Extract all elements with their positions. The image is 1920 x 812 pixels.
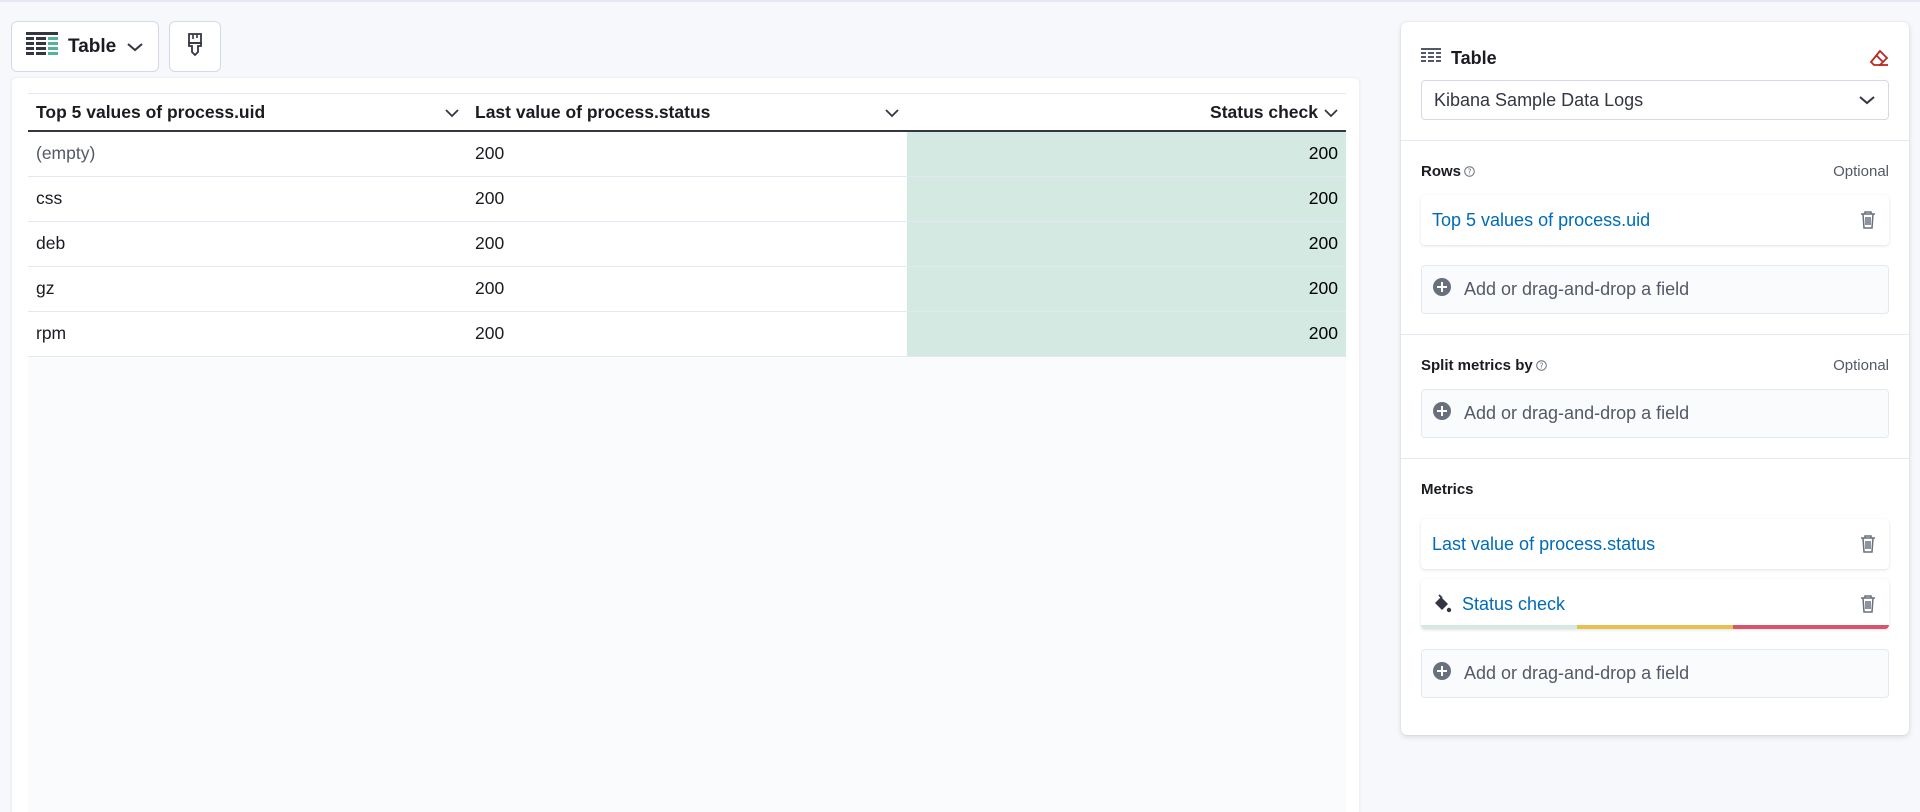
- visualization-panel: Top 5 values of process.uid Last value o…: [11, 77, 1360, 812]
- column-header-status[interactable]: Last value of process.status: [467, 94, 907, 132]
- cell-status-check[interactable]: 200: [907, 221, 1346, 267]
- divider: [1401, 334, 1909, 335]
- section-title: Split metrics by: [1421, 356, 1533, 374]
- layer-config-panel: Table Kibana Sample Data Logs Rows ? Opt…: [1401, 22, 1909, 735]
- table-row: rpm 200 200: [28, 311, 1346, 357]
- cell-uid[interactable]: rpm: [28, 311, 467, 357]
- column-header-uid[interactable]: Top 5 values of process.uid: [28, 94, 467, 132]
- add-field-label: Add or drag-and-drop a field: [1464, 279, 1690, 299]
- datasource-value: Kibana Sample Data Logs: [1434, 89, 1644, 110]
- palette-stop: [1577, 625, 1733, 629]
- chevron-down-icon[interactable]: [445, 102, 459, 123]
- cell-status-check[interactable]: 200: [907, 176, 1346, 222]
- svg-text:?: ?: [1539, 361, 1543, 370]
- column-header-status-check[interactable]: Status check: [907, 94, 1346, 132]
- add-field-label: Add or drag-and-drop a field: [1464, 663, 1690, 683]
- cell-status[interactable]: 200: [467, 221, 907, 267]
- table-header-row: Top 5 values of process.uid Last value o…: [28, 94, 1346, 132]
- table-row: (empty) 200 200: [28, 131, 1346, 177]
- layer-title: Table: [1451, 47, 1497, 68]
- table-row: deb 200 200: [28, 221, 1346, 267]
- layer-header: Table: [1401, 41, 1909, 75]
- rows-section: Rows ? Optional Top 5 values of process.…: [1401, 161, 1909, 314]
- add-field-label: Add or drag-and-drop a field: [1464, 403, 1690, 423]
- metric-label[interactable]: Status check: [1462, 594, 1565, 615]
- palette-settings-button[interactable]: [169, 21, 221, 72]
- table-row: gz 200 200: [28, 266, 1346, 312]
- chevron-down-icon: [126, 41, 144, 53]
- section-title: Metrics: [1421, 480, 1474, 498]
- chart-type-label: Table: [68, 35, 117, 57]
- plus-circle-icon: [1432, 277, 1452, 302]
- add-field-button[interactable]: Add or drag-and-drop a field: [1421, 265, 1889, 314]
- color-palette-bar: [1421, 625, 1889, 629]
- metric-item[interactable]: Last value of process.status: [1421, 519, 1889, 569]
- table-icon: [1421, 47, 1441, 69]
- split-metrics-section: Split metrics by ? Optional Add or drag-…: [1401, 355, 1909, 438]
- top-border: [0, 0, 1920, 2]
- plus-circle-icon: [1432, 661, 1452, 686]
- visualization-toolbar: Table: [11, 21, 221, 72]
- metrics-section: Metrics Last value of process.status Sta…: [1401, 479, 1909, 698]
- column-header-label: Top 5 values of process.uid: [36, 101, 266, 122]
- cell-uid[interactable]: gz: [28, 266, 467, 312]
- question-icon[interactable]: ?: [1535, 359, 1547, 371]
- dimension-item[interactable]: Top 5 values of process.uid: [1421, 195, 1889, 245]
- eraser-icon[interactable]: [1869, 49, 1889, 67]
- datasource-select[interactable]: Kibana Sample Data Logs: [1421, 80, 1889, 120]
- chevron-down-icon[interactable]: [885, 102, 899, 123]
- table-workspace: Top 5 values of process.uid Last value o…: [28, 93, 1346, 812]
- cell-status-check[interactable]: 200: [907, 131, 1346, 177]
- paintbrush-icon: [185, 32, 205, 61]
- table-icon: [26, 32, 58, 61]
- cell-status[interactable]: 200: [467, 311, 907, 357]
- metric-label[interactable]: Last value of process.status: [1432, 534, 1655, 555]
- cell-status[interactable]: 200: [467, 176, 907, 222]
- table-row: css 200 200: [28, 176, 1346, 222]
- cell-status-check[interactable]: 200: [907, 266, 1346, 312]
- cell-uid[interactable]: css: [28, 176, 467, 222]
- dimension-label[interactable]: Top 5 values of process.uid: [1432, 210, 1650, 231]
- column-header-label: Last value of process.status: [475, 101, 711, 122]
- column-header-label: Status check: [1210, 101, 1318, 122]
- metric-item-colored[interactable]: Status check: [1421, 579, 1889, 629]
- plus-circle-icon: [1432, 401, 1452, 426]
- chevron-down-icon: [1858, 94, 1876, 106]
- data-table: Top 5 values of process.uid Last value o…: [28, 94, 1346, 357]
- section-title: Rows: [1421, 162, 1462, 180]
- palette-stop: [1421, 625, 1577, 629]
- chevron-down-icon[interactable]: [1324, 102, 1338, 123]
- add-field-button[interactable]: Add or drag-and-drop a field: [1421, 389, 1889, 438]
- cell-uid[interactable]: (empty): [28, 131, 467, 177]
- palette-stop: [1733, 625, 1889, 629]
- add-field-button[interactable]: Add or drag-and-drop a field: [1421, 649, 1889, 698]
- divider: [1401, 140, 1909, 141]
- trash-icon[interactable]: [1859, 534, 1877, 554]
- cell-status[interactable]: 200: [467, 266, 907, 312]
- paint-bucket-icon: [1432, 594, 1452, 614]
- chart-type-switcher[interactable]: Table: [11, 21, 159, 72]
- trash-icon[interactable]: [1859, 594, 1877, 614]
- divider: [1401, 458, 1909, 459]
- optional-label: Optional: [1833, 356, 1889, 374]
- trash-icon[interactable]: [1859, 210, 1877, 230]
- svg-text:?: ?: [1468, 167, 1472, 176]
- cell-status-check[interactable]: 200: [907, 311, 1346, 357]
- cell-uid[interactable]: deb: [28, 221, 467, 267]
- question-icon[interactable]: ?: [1464, 165, 1475, 177]
- cell-status[interactable]: 200: [467, 131, 907, 177]
- optional-label: Optional: [1833, 162, 1889, 180]
